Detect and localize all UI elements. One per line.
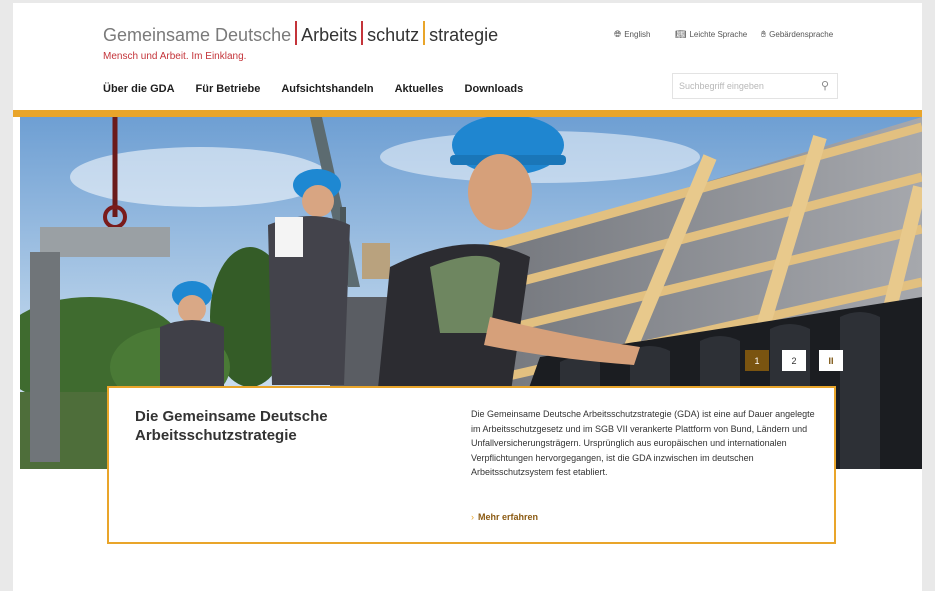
header-accent-rule xyxy=(13,110,922,117)
slider-controls: 1 2 II xyxy=(745,350,843,371)
easy-language-link[interactable]: 📖︎ Leichte Sprache xyxy=(675,29,747,40)
logo-text-1: Gemeinsame Deutsche xyxy=(103,25,292,45)
nav-item-fuer-betriebe[interactable]: Für Betriebe xyxy=(196,83,261,95)
book-icon: 📖︎ xyxy=(675,29,687,39)
logo-text-3: schutz xyxy=(367,25,420,45)
globe-icon: 🌐︎ xyxy=(614,29,622,39)
slide-dot-2[interactable]: 2 xyxy=(782,350,806,371)
page: Gemeinsame Deutsche Arbeits schutz strat… xyxy=(13,3,922,591)
logo-red-bar xyxy=(295,21,298,45)
site-logo[interactable]: Gemeinsame Deutsche Arbeits schutz strat… xyxy=(103,21,499,45)
search-input[interactable] xyxy=(673,74,823,98)
mehr-erfahren-link[interactable]: › Mehr erfahren xyxy=(471,512,538,522)
logo-red-bar xyxy=(361,21,364,45)
english-link[interactable]: 🌐︎ English xyxy=(614,29,650,40)
nav-item-aktuelles[interactable]: Aktuelles xyxy=(395,83,444,95)
search-box: ⚲ xyxy=(672,73,838,99)
chevron-right-icon: › xyxy=(471,512,474,522)
hand-icon: ✋︎ xyxy=(761,29,767,39)
mehr-erfahren-label: Mehr erfahren xyxy=(478,512,539,522)
nav-item-aufsichtshandeln[interactable]: Aufsichtshandeln xyxy=(281,83,373,95)
english-link-label: English xyxy=(624,30,651,39)
intro-card: Die Gemeinsame Deutsche Arbeitsschutzstr… xyxy=(107,386,836,544)
logo-text-4: strategie xyxy=(429,25,499,45)
easy-language-link-label: Leichte Sprache xyxy=(689,30,748,39)
logo-text-2: Arbeits xyxy=(301,25,358,45)
nav-item-ueber-die-gda[interactable]: Über die GDA xyxy=(103,83,175,95)
sign-language-link-label: Gebärdensprache xyxy=(769,30,834,39)
logo-yellow-bar xyxy=(423,21,426,45)
card-title: Die Gemeinsame Deutsche Arbeitsschutzstr… xyxy=(135,408,328,444)
main-nav: Über die GDA Für Betriebe Aufsichtshande… xyxy=(103,83,523,95)
logo-tagline: Mensch und Arbeit. Im Einklang. xyxy=(103,51,247,62)
slide-dot-1[interactable]: 1 xyxy=(745,350,769,371)
nav-item-downloads[interactable]: Downloads xyxy=(465,83,524,95)
sign-language-link[interactable]: ✋︎ Gebärdensprache xyxy=(761,29,833,40)
search-icon[interactable]: ⚲ xyxy=(821,79,829,92)
slider-pause-button[interactable]: II xyxy=(819,350,843,371)
card-text: Die Gemeinsame Deutsche Arbeitsschutzstr… xyxy=(471,409,815,477)
